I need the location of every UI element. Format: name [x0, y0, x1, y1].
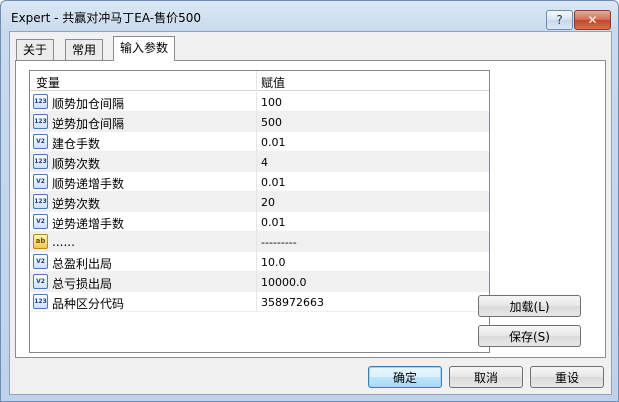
variable-name: 总亏损出局 — [52, 277, 113, 291]
variable-name: ...... — [52, 235, 75, 249]
variable-name: 顺势加仓间隔 — [52, 97, 125, 111]
header-variable[interactable]: 变量 — [36, 74, 60, 91]
double-type-icon: V2 — [33, 274, 48, 289]
integer-type-icon: 123 — [33, 294, 48, 309]
table-row[interactable]: V2 总盈利出局 10.0 — [30, 252, 489, 272]
double-type-icon: V2 — [33, 174, 48, 189]
variable-name: 顺势递增手数 — [52, 177, 125, 191]
variable-name: 逆势次数 — [52, 197, 101, 211]
variable-name: 顺势次数 — [52, 157, 101, 171]
integer-type-icon: 123 — [33, 94, 48, 109]
variable-value[interactable]: 358972663 — [261, 296, 324, 309]
table-row[interactable]: 123 逆势次数 20 — [30, 192, 489, 212]
variable-value[interactable]: 4 — [261, 156, 268, 169]
table-row[interactable]: ab...... --------- — [30, 232, 489, 252]
tab-inputs[interactable]: 输入参数 — [113, 36, 176, 61]
integer-type-icon: 123 — [33, 154, 48, 169]
window-title: Expert - 共赢对冲马丁EA-售价500 — [11, 11, 202, 25]
variable-value[interactable]: 20 — [261, 196, 275, 209]
variable-value[interactable]: 100 — [261, 96, 282, 109]
cancel-button[interactable]: 取消 — [449, 366, 523, 388]
title-bar[interactable]: Expert - 共赢对冲马丁EA-售价500 ? ✕ — [1, 1, 618, 31]
integer-type-icon: 123 — [33, 194, 48, 209]
tab-about[interactable]: 关于 — [16, 39, 55, 60]
table-row[interactable]: 123 顺势次数 4 — [30, 152, 489, 172]
help-button[interactable]: ? — [546, 10, 573, 30]
table-row[interactable]: V2 总亏损出局 10000.0 — [30, 272, 489, 292]
double-type-icon: V2 — [33, 254, 48, 269]
variable-name: 建仓手数 — [52, 137, 101, 151]
variable-name: 逆势加仓间隔 — [52, 117, 125, 131]
expert-dialog: Expert - 共赢对冲马丁EA-售价500 ? ✕ 关于 常用 输入参数 变… — [0, 0, 619, 402]
inputs-panel: 变量 赋值 123 顺势加仓间隔 100 123 逆势加仓间隔 500 V2 建仓手数 0.01… — [15, 60, 606, 358]
close-button[interactable]: ✕ — [574, 10, 611, 30]
table-row[interactable]: 123 顺势加仓间隔 100 — [30, 92, 489, 112]
variable-value[interactable]: 0.01 — [261, 216, 286, 229]
parameters-grid[interactable]: 变量 赋值 123 顺势加仓间隔 100 123 逆势加仓间隔 500 V2 建仓手数 0.01… — [29, 70, 490, 353]
variable-value[interactable]: 10000.0 — [261, 276, 307, 289]
variable-name: 总盈利出局 — [52, 257, 113, 271]
table-row[interactable]: V2 逆势递增手数 0.01 — [30, 212, 489, 232]
table-row[interactable]: 123 品种区分代码 358972663 — [30, 292, 489, 312]
integer-type-icon: 123 — [33, 114, 48, 129]
ok-button[interactable]: 确定 — [368, 366, 442, 388]
table-row[interactable]: V2 建仓手数 0.01 — [30, 132, 489, 152]
load-button[interactable]: 加载(L) — [478, 295, 581, 317]
table-row[interactable]: V2 顺势递增手数 0.01 — [30, 172, 489, 192]
string-type-icon: ab — [33, 234, 48, 249]
variable-name: 逆势递增手数 — [52, 217, 125, 231]
variable-value[interactable]: 500 — [261, 116, 282, 129]
tab-common[interactable]: 常用 — [65, 39, 104, 60]
double-type-icon: V2 — [33, 134, 48, 149]
dialog-client-area: 关于 常用 输入参数 变量 赋值 123 顺势加仓间隔 100 123 逆势加仓间隔 50… — [9, 31, 612, 395]
variable-value[interactable]: --------- — [261, 236, 297, 249]
table-row[interactable]: 123 逆势加仓间隔 500 — [30, 112, 489, 132]
variable-value[interactable]: 0.01 — [261, 136, 286, 149]
variable-value[interactable]: 0.01 — [261, 176, 286, 189]
reset-button[interactable]: 重设 — [530, 366, 604, 388]
variable-name: 品种区分代码 — [52, 297, 125, 311]
double-type-icon: V2 — [33, 214, 48, 229]
grid-header: 变量 赋值 — [30, 71, 489, 91]
header-value[interactable]: 赋值 — [261, 74, 285, 91]
save-button[interactable]: 保存(S) — [478, 325, 581, 347]
variable-value[interactable]: 10.0 — [261, 256, 286, 269]
